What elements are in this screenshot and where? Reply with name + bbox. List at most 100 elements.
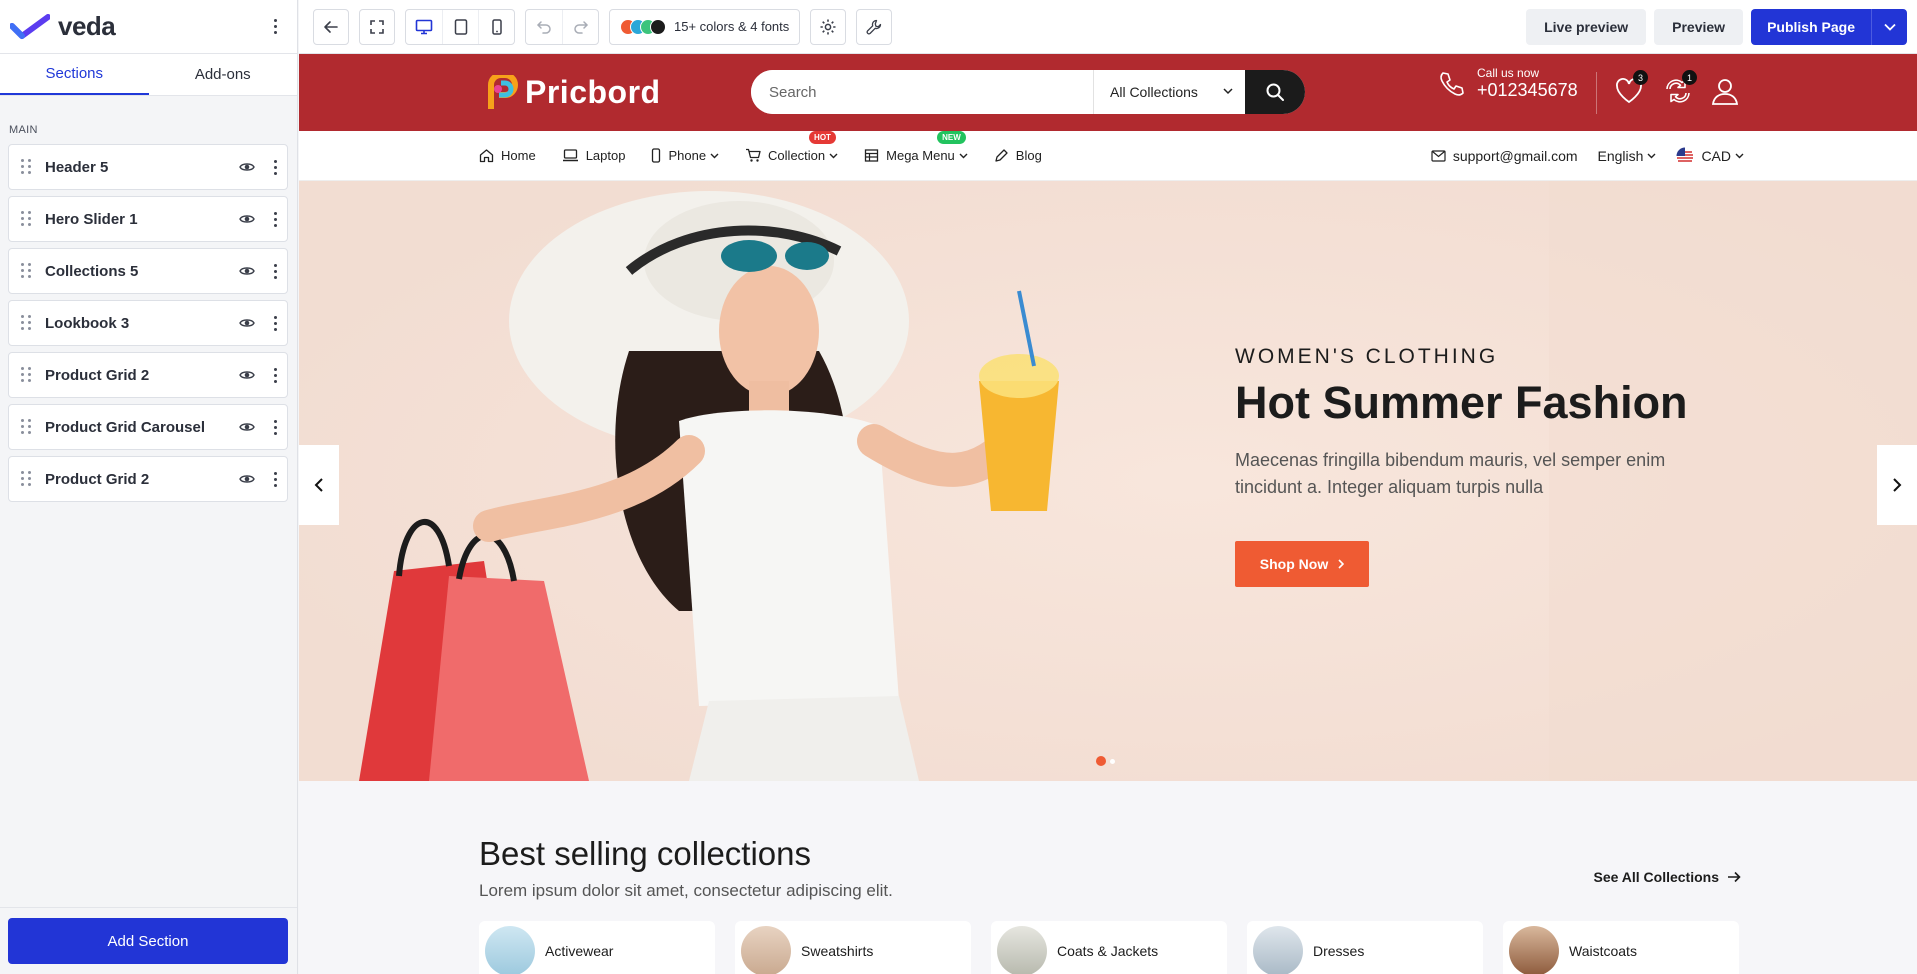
preview-button[interactable]: Preview xyxy=(1654,8,1744,45)
collection-card[interactable]: Coats & Jackets xyxy=(991,921,1227,974)
nav-collection[interactable]: HOT Collection xyxy=(745,131,838,163)
cart-icon xyxy=(746,148,761,162)
language-selector[interactable]: English xyxy=(1598,148,1657,164)
mobile-view-button[interactable] xyxy=(478,9,514,44)
section-options-icon[interactable] xyxy=(271,471,279,487)
visibility-eye-icon[interactable] xyxy=(239,419,255,435)
visibility-eye-icon[interactable] xyxy=(239,367,255,383)
tab-sections[interactable]: Sections xyxy=(0,54,149,95)
home-icon xyxy=(479,149,494,163)
section-options-icon[interactable] xyxy=(271,263,279,279)
support-email-link[interactable]: support@gmail.com xyxy=(1431,148,1578,164)
section-item-label: Product Grid 2 xyxy=(45,470,150,488)
tab-add-ons[interactable]: Add-ons xyxy=(149,54,298,95)
section-item-product-grid-carousel[interactable]: Product Grid Carousel xyxy=(8,404,288,450)
account-button[interactable] xyxy=(1710,76,1740,106)
back-button[interactable] xyxy=(313,8,349,45)
nav-phone-label: Phone xyxy=(668,148,707,163)
nav-phone[interactable]: Phone xyxy=(651,148,719,163)
collection-card[interactable]: Dresses xyxy=(1247,921,1483,974)
chevron-right-icon xyxy=(1893,478,1902,492)
section-group-label: MAIN xyxy=(9,124,38,136)
collection-card[interactable]: Waistcoats xyxy=(1503,921,1739,974)
app-menu-button[interactable] xyxy=(263,15,287,39)
language-value: English xyxy=(1597,148,1644,164)
live-preview-button[interactable]: Live preview xyxy=(1526,8,1647,45)
chevron-down-icon xyxy=(1223,88,1233,95)
nav-laptop[interactable]: Laptop xyxy=(562,148,625,163)
drag-handle-icon[interactable] xyxy=(21,471,31,487)
search-category-select[interactable]: All Collections xyxy=(1093,70,1245,114)
nav-collection-label: Collection xyxy=(768,148,826,163)
hero-prev-button[interactable] xyxy=(299,445,339,525)
hero-next-button[interactable] xyxy=(1877,445,1917,525)
drag-handle-icon[interactable] xyxy=(21,367,31,383)
fullscreen-button[interactable] xyxy=(359,8,395,45)
visibility-eye-icon[interactable] xyxy=(239,263,255,279)
section-options-icon[interactable] xyxy=(271,367,279,383)
tools-button[interactable] xyxy=(856,8,893,45)
nav-home[interactable]: Home xyxy=(479,148,536,163)
mobile-icon xyxy=(491,18,502,35)
hero-dot-active[interactable] xyxy=(1096,756,1106,766)
store-header: Pricbord All Collections Call us now +01… xyxy=(299,54,1917,131)
collection-label: Waistcoats xyxy=(1569,943,1637,959)
chevron-down-icon xyxy=(1735,153,1744,159)
drag-handle-icon[interactable] xyxy=(21,263,31,279)
section-options-icon[interactable] xyxy=(271,315,279,331)
visibility-eye-icon[interactable] xyxy=(239,315,255,331)
section-item-hero-slider-1[interactable]: Hero Slider 1 xyxy=(8,196,288,242)
undo-button[interactable] xyxy=(526,10,562,44)
see-all-collections-link[interactable]: See All Collections xyxy=(1593,869,1741,885)
compare-button[interactable]: 1 xyxy=(1663,70,1697,106)
drag-handle-icon[interactable] xyxy=(21,211,31,227)
nav-blog[interactable]: Blog xyxy=(994,148,1042,163)
visibility-eye-icon[interactable] xyxy=(239,159,255,175)
section-item-collections-5[interactable]: Collections 5 xyxy=(8,248,288,294)
sidebar-header: veda xyxy=(0,0,297,54)
editor-toolbar: 15+ colors & 4 fonts Live preview Previe… xyxy=(299,0,1917,54)
collections-subtitle: Lorem ipsum dolor sit amet, consectetur … xyxy=(479,881,893,900)
settings-button[interactable] xyxy=(810,8,847,45)
wishlist-button[interactable]: 3 xyxy=(1614,70,1648,106)
desktop-view-button[interactable] xyxy=(406,10,442,44)
search-submit-button[interactable] xyxy=(1245,70,1305,114)
section-options-icon[interactable] xyxy=(271,211,279,227)
collections-title: Best selling collections xyxy=(479,835,811,872)
drag-handle-icon[interactable] xyxy=(21,419,31,435)
section-options-icon[interactable] xyxy=(271,419,279,435)
shop-now-button[interactable]: Shop Now xyxy=(1235,541,1369,587)
nav-mega-menu[interactable]: NEW Mega Menu xyxy=(864,131,968,163)
theme-settings-button[interactable]: 15+ colors & 4 fonts xyxy=(609,8,801,45)
section-options-icon[interactable] xyxy=(271,159,279,175)
app-name: veda xyxy=(58,11,116,41)
section-item-product-grid-2[interactable]: Product Grid 2 xyxy=(8,352,288,398)
visibility-eye-icon[interactable] xyxy=(239,211,255,227)
currency-selector[interactable]: CAD xyxy=(1676,147,1744,165)
drag-handle-icon[interactable] xyxy=(21,159,31,175)
tablet-view-button[interactable] xyxy=(442,9,478,44)
redo-button[interactable] xyxy=(562,9,598,44)
store-search-input[interactable] xyxy=(751,70,1093,114)
section-list: Header 5 Hero Slider 1 Collections 5 Loo… xyxy=(0,144,297,502)
drag-handle-icon[interactable] xyxy=(21,315,31,331)
section-item-header-5[interactable]: Header 5 xyxy=(8,144,288,190)
publish-page-button[interactable]: Publish Page xyxy=(1751,8,1871,45)
store-logo[interactable]: Pricbord xyxy=(485,74,661,111)
call-number[interactable]: +012345678 xyxy=(1477,80,1578,101)
collection-card[interactable]: Sweatshirts xyxy=(735,921,971,974)
swatch-black xyxy=(650,18,666,35)
add-section-button[interactable]: Add Section xyxy=(8,918,288,964)
hero-dot[interactable] xyxy=(1110,758,1115,764)
section-item-product-grid-2-second[interactable]: Product Grid 2 xyxy=(8,456,288,502)
visibility-eye-icon[interactable] xyxy=(239,471,255,487)
gear-icon xyxy=(820,19,836,34)
section-item-lookbook-3[interactable]: Lookbook 3 xyxy=(8,300,288,346)
collection-card[interactable]: Activewear xyxy=(479,921,715,974)
section-item-label: Product Grid Carousel xyxy=(45,418,206,436)
arrow-right-icon xyxy=(1728,871,1741,883)
nav-home-label: Home xyxy=(501,148,536,163)
publish-options-button[interactable] xyxy=(1871,8,1907,45)
theme-color-swatches xyxy=(620,18,666,35)
chevron-down-icon xyxy=(829,153,838,158)
